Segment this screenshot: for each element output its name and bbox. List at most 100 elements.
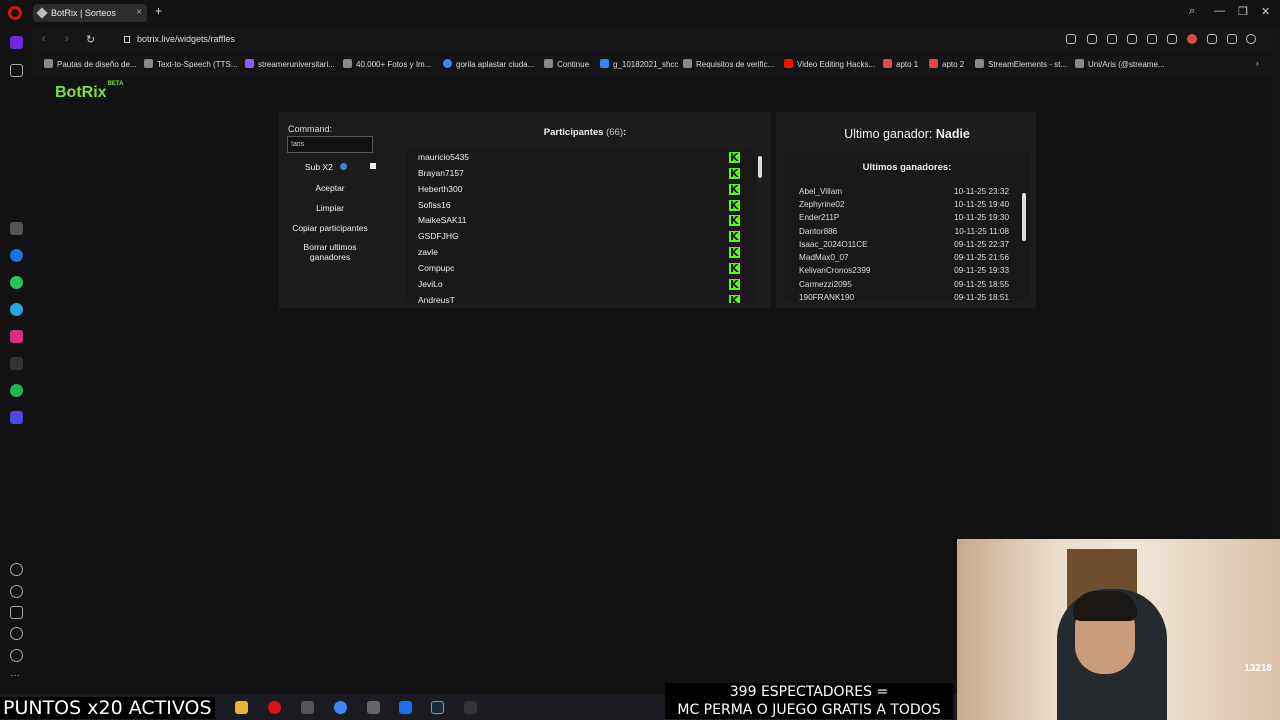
kick-icon [729,199,740,212]
streamelements-icon [975,59,984,68]
close-tab-icon[interactable]: × [136,7,142,18]
kick-icon [729,246,740,259]
accept-button[interactable]: Aceptar [287,183,373,193]
folder-icon[interactable] [235,701,248,714]
participants-scrollbar[interactable] [758,156,762,178]
bookmark-item[interactable]: Requisitos de verific... [683,59,774,69]
winners-scrollbar[interactable] [1022,193,1026,241]
telegram-icon[interactable] [10,303,23,316]
history-icon[interactable] [10,585,23,598]
heart-icon[interactable] [10,563,23,576]
extension-icon[interactable] [1167,34,1177,44]
bookmark-item[interactable]: Pautas de diseño de... [44,59,137,69]
bookmark-item[interactable]: Uni/Aris (@streame... [1075,59,1165,69]
x-icon [683,59,692,68]
list-item: Compupc [418,263,455,273]
epic-games-icon[interactable] [464,701,477,714]
sub-x2-checkbox[interactable] [370,163,376,169]
heart-icon[interactable] [1187,34,1197,44]
camera-icon[interactable] [1107,34,1117,44]
steam-icon[interactable] [431,701,444,714]
messenger-icon[interactable] [10,249,23,262]
table-row: Isaac_2024O11CE 09-11-25 22:37 [799,240,1009,249]
bookmark-item[interactable]: Text-to-Speech (TTS... [144,59,237,69]
opera-logo-icon[interactable] [8,6,22,20]
bookmark-item[interactable]: Video Editing Hacks... [784,59,875,69]
vscode-icon[interactable] [399,701,412,714]
table-row: Dantor886 10-11-25 11:08 [799,227,1009,236]
spotify-icon[interactable] [10,384,23,397]
bookmark-icon [600,59,609,68]
table-row: Ender211P 10-11-25 19:30 [799,213,1009,222]
bookmarks-more-icon[interactable]: › [1256,59,1259,68]
lock-icon [124,36,130,43]
forward-icon[interactable]: › [65,33,69,45]
settings-icon[interactable] [10,627,23,640]
url-field[interactable]: botrix.live/widgets/raffles [124,34,235,44]
restore-icon[interactable]: ❐ [1238,5,1248,18]
kick-icon [729,294,740,303]
bookmark-icon [544,59,553,68]
reload-icon[interactable]: ↻ [86,33,95,46]
opera-icon[interactable] [268,701,281,714]
youtube-icon [784,59,793,68]
bookmark-item[interactable]: Continue [544,59,589,69]
delete-winners-button[interactable]: Borrar ultimos ganadores [287,242,373,262]
table-row: KelivanCronos2399 09-11-25 19:33 [799,266,1009,275]
bookmark-item[interactable]: 40.000+ Fotos y Im... [343,59,431,69]
more-icon[interactable]: ··· [10,670,23,683]
tab-botrix[interactable]: BotRix | Sorteos × [33,4,147,22]
bookmark-icon [343,59,352,68]
clear-button[interactable]: Limpiar [287,203,373,213]
bookmark-item[interactable]: g_10182021_shcc [600,59,678,69]
streamer-hair [1073,591,1137,621]
close-window-icon[interactable]: ✕ [1261,5,1270,18]
menu-icon[interactable] [1227,34,1237,44]
search-tabs-icon[interactable]: ⌕ [1189,5,1195,18]
shield-icon[interactable] [1127,34,1137,44]
edit-icon[interactable] [1087,34,1097,44]
kick-icon [729,278,740,291]
download-icon[interactable] [1207,34,1217,44]
player-icon[interactable] [10,411,23,424]
back-icon[interactable]: ‹ [42,33,46,45]
profile-icon[interactable] [1246,34,1256,44]
kick-icon [729,262,740,275]
star-icon[interactable] [10,64,23,77]
participants-list[interactable]: mauricio5435 Brayan7157 Heberth300 Sofis… [406,148,756,303]
botrix-logo[interactable]: BotRixBETA [55,81,123,102]
command-input[interactable] [287,136,373,153]
info-icon[interactable] [340,163,347,170]
opera-sidebar: ··· [0,26,32,694]
chrome-icon[interactable] [334,701,347,714]
home-icon[interactable] [10,36,23,49]
aria-icon[interactable] [10,222,23,235]
box-icon[interactable] [10,606,23,619]
bookmark-icon [245,59,254,68]
tab-title: BotRix | Sorteos [51,8,116,18]
whatsapp-icon[interactable] [10,276,23,289]
bookmark-item[interactable]: apto 2 [929,59,964,69]
search-icon[interactable] [1066,34,1076,44]
minimize-icon[interactable]: — [1214,5,1225,17]
bulb-icon[interactable] [10,649,23,662]
bookmark-item[interactable]: gorila aplastar ciuda... [443,59,534,69]
new-tab-button[interactable]: + [152,5,165,18]
bookmark-item[interactable]: StreamElements - st... [975,59,1067,69]
sub-x2-label: Sub X2 [305,162,333,172]
botrix-favicon-icon [36,7,48,19]
bookmark-item[interactable]: apto 1 [883,59,918,69]
bookmark-item[interactable]: streameruniversitari... [245,59,335,69]
x-icon[interactable] [10,357,23,370]
table-row: 190FRANK190 09-11-25 18:51 [799,293,1009,302]
app-icon[interactable] [301,701,314,714]
instagram-icon[interactable] [10,330,23,343]
ai-icon[interactable] [1147,34,1157,44]
table-row: Abel_Villam 10-11-25 23:32 [799,187,1009,196]
app-icon[interactable] [367,701,380,714]
list-item: MaikeSAK11 [418,215,467,225]
list-item: Sofiss16 [418,200,451,210]
copy-participants-button[interactable]: Copiar participantes [287,223,373,233]
recent-winners-list[interactable]: Ultimos ganadores: Abel_Villam 10-11-25 2… [784,152,1030,302]
viewers-line2: MC PERMA O JUEGO GRATIS A TODOS [677,702,941,718]
